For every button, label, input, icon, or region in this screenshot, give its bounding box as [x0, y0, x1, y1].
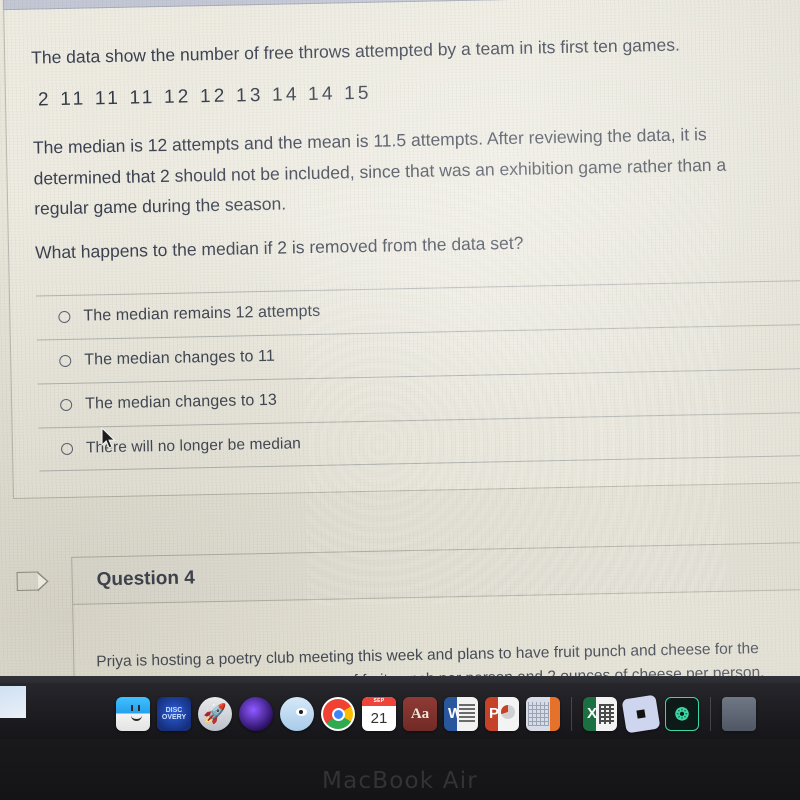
dock-icon-green-app[interactable]: ❂	[665, 697, 699, 731]
numbers-grid-icon	[528, 702, 549, 726]
roblox-square-icon	[636, 709, 646, 719]
dock-icon-finder[interactable]	[116, 697, 150, 731]
dock-icon-duck-app[interactable]	[280, 697, 314, 731]
photo-of-laptop-screen: Question 3 The data show the number of f…	[0, 0, 800, 800]
dock-separator	[571, 697, 572, 731]
question-3-data-values: 2 11 11 11 12 12 13 14 14 15	[37, 83, 372, 111]
dock-icon-launchpad[interactable]: 🚀	[198, 697, 232, 731]
question-3-body: The data show the number of free throws …	[3, 0, 800, 499]
radio-button-icon[interactable]	[60, 442, 74, 455]
macos-dock: DISC OVERY 🚀 SEP 21 Aa W P X ❂	[0, 686, 800, 742]
duck-eye-icon	[296, 708, 307, 716]
powerpoint-pie-icon	[501, 705, 515, 719]
excel-glyph: X	[587, 705, 598, 722]
finder-face-icon	[130, 705, 144, 723]
radio-button-icon[interactable]	[60, 399, 73, 412]
dock-icon-chrome[interactable]	[321, 697, 355, 731]
word-lines-icon	[459, 704, 475, 724]
powerpoint-glyph: P	[489, 705, 500, 722]
bookmark-flag-icon[interactable]	[16, 571, 39, 591]
question-3-intro-text: The data show the number of free throws …	[30, 34, 681, 68]
dock-separator	[710, 697, 711, 731]
dock-icon-word[interactable]: W	[444, 697, 478, 731]
answer-option-3-label: The median changes to 13	[84, 391, 278, 413]
mouse-cursor	[101, 427, 116, 449]
calendar-month-label: SEP	[362, 697, 396, 706]
dock-icon-trash[interactable]	[722, 697, 756, 731]
calendar-day-label: 21	[370, 710, 388, 727]
dock-icon-excel[interactable]: X	[583, 697, 617, 731]
macbook-air-label: MacBook Air	[322, 768, 478, 794]
dock-left-glare	[0, 686, 26, 718]
dock-icon-dictionary[interactable]: Aa	[403, 697, 437, 731]
dictionary-glyph: Aa	[410, 705, 430, 722]
dock-icon-discovery[interactable]: DISC OVERY	[157, 697, 191, 731]
question-4-title: Question 4	[96, 567, 196, 591]
rocket-icon: 🚀	[203, 703, 227, 725]
dock-icon-roblox[interactable]	[621, 694, 661, 734]
chrome-logo-icon	[323, 699, 353, 729]
dock-icon-calendar[interactable]: SEP 21	[362, 697, 396, 731]
question-3-card: Question 3 The data show the number of f…	[2, 0, 800, 499]
excel-grid-icon	[599, 704, 614, 724]
radio-button-icon[interactable]	[59, 355, 72, 368]
answer-option-1-label: The median remains 12 attempts	[83, 303, 321, 325]
green-app-glyph-icon: ❂	[674, 704, 690, 724]
dock-icon-numbers[interactable]	[526, 697, 560, 731]
discovery-glyph: DISC OVERY	[161, 706, 187, 721]
answer-option-4-label: There will no longer be median	[85, 434, 302, 457]
question-3-answer-list: The median remains 12 attempts The media…	[35, 279, 800, 472]
answer-option-2-label: The median changes to 11	[84, 347, 276, 369]
laptop-screen: Question 3 The data show the number of f…	[0, 0, 800, 733]
question-3-prompt: What happens to the median if 2 is remov…	[34, 233, 524, 263]
dock-icon-powerpoint[interactable]: P	[485, 697, 519, 731]
radio-button-icon[interactable]	[58, 311, 71, 324]
dock-icon-siri[interactable]	[239, 697, 273, 731]
